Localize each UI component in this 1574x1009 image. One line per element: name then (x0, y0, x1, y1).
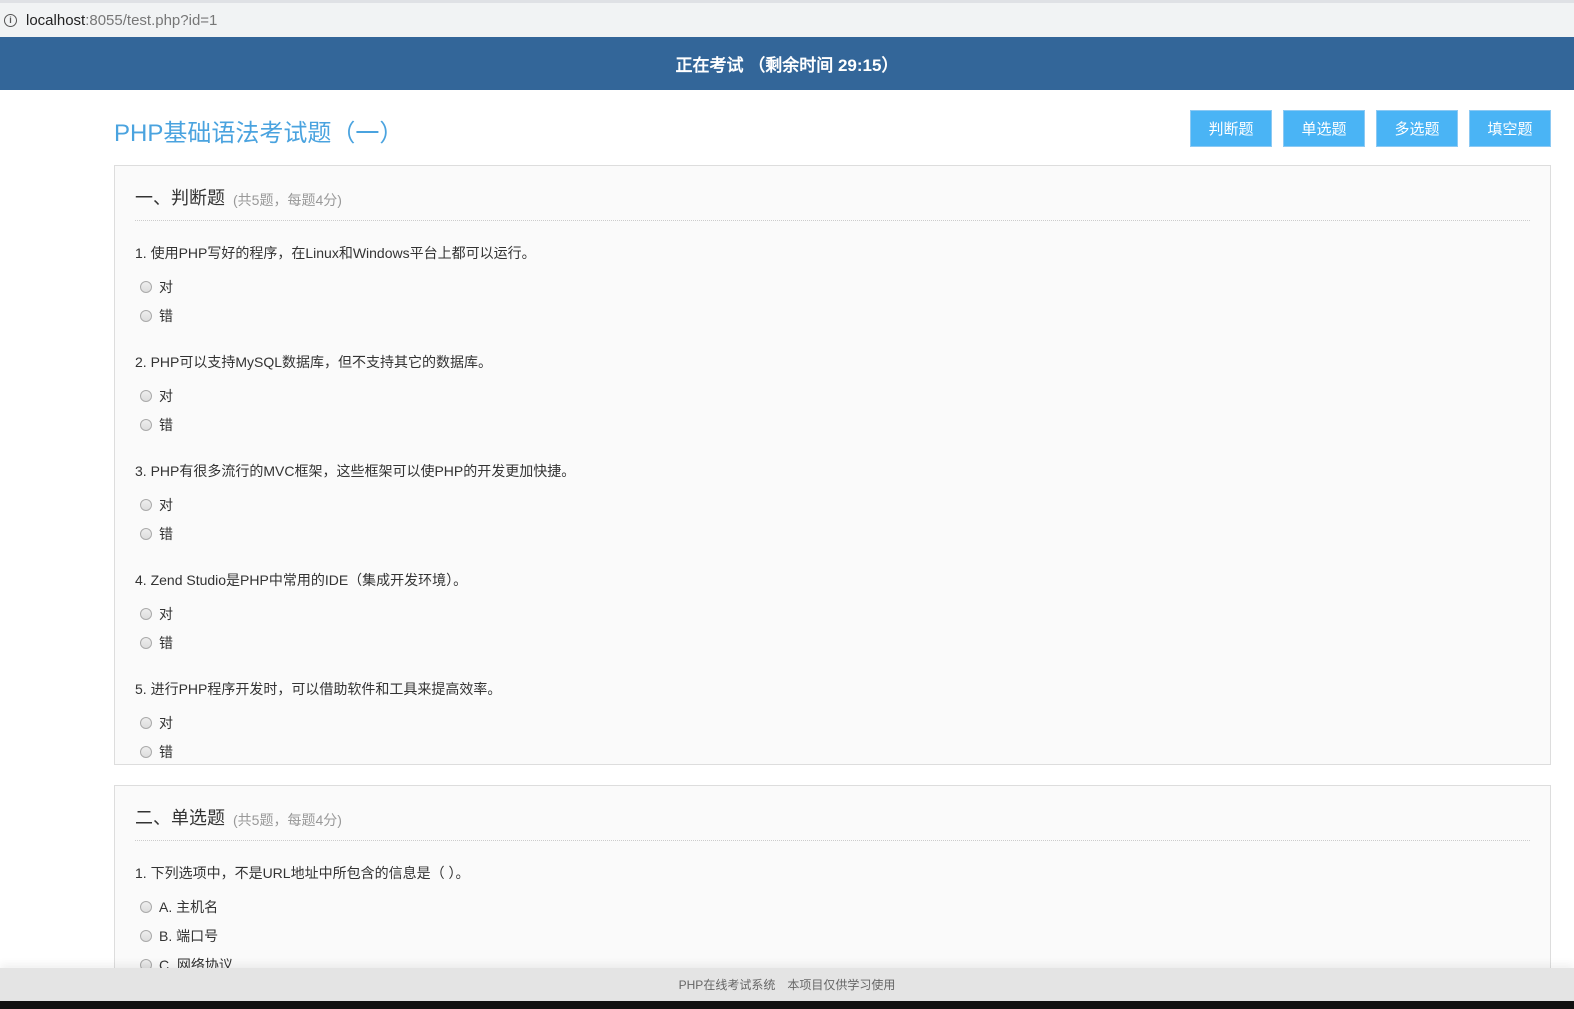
option-label: 对 (159, 605, 173, 622)
answer-option[interactable]: 对 (135, 599, 1530, 628)
section-single-choice: 二、单选题 (共5题，每题4分) 1. 下列选项中，不是URL地址中所包含的信息是（… (114, 785, 1551, 985)
section-judge: 一、判断题 (共5题，每题4分) 1. 使用PHP写好的程序，在Linux和Wind… (114, 165, 1551, 765)
radio-button[interactable] (140, 418, 152, 431)
question-text: 2. PHP可以支持MySQL数据库，但不支持其它的数据库。 (135, 354, 493, 370)
radio-button[interactable] (140, 929, 152, 942)
footer-note: 本项目仅供学习使用 (787, 978, 896, 992)
exam-status-bar: 正在考试 （剩余时间 29:15） (0, 37, 1574, 90)
section-header: 二、单选题 (共5题，每题4分) (135, 786, 1530, 841)
answer-option[interactable]: 对 (135, 272, 1530, 301)
url-path: :8055/test.php?id=1 (85, 11, 218, 29)
question: 1. 下列选项中，不是URL地址中所包含的信息是（ ）。 A. 主机名 B. 端口号… (135, 863, 1530, 979)
section-meta: (共5题，每题4分) (233, 192, 342, 208)
nav-single-choice-button[interactable]: 单选题 (1283, 110, 1365, 147)
address-bar[interactable]: i localhost:8055/test.php?id=1 (0, 0, 1574, 37)
question-text: 4. Zend Studio是PHP中常用的IDE（集成开发环境）。 (135, 572, 468, 588)
info-icon[interactable]: i (4, 13, 17, 27)
question-text: 3. PHP有很多流行的MVC框架，这些框架可以使PHP的开发更加快捷。 (135, 463, 576, 479)
answer-option[interactable]: 错 (135, 410, 1530, 439)
taskbar (0, 1001, 1574, 1009)
question: 2. PHP可以支持MySQL数据库，但不支持其它的数据库。对错 (135, 352, 1530, 439)
answer-option[interactable]: 对 (135, 708, 1530, 737)
radio-button[interactable] (140, 309, 152, 322)
question-text: 1. 使用PHP写好的程序，在Linux和Windows平台上都可以运行。 (135, 245, 536, 261)
question: 1. 使用PHP写好的程序，在Linux和Windows平台上都可以运行。对错 (135, 243, 1530, 330)
section-title: 一、判断题 (135, 188, 225, 208)
radio-button[interactable] (140, 900, 152, 913)
exam-status-text: 正在考试 （剩余时间 29:15） (675, 56, 899, 75)
answer-option[interactable]: 错 (135, 628, 1530, 657)
nav-multi-choice-button[interactable]: 多选题 (1376, 110, 1458, 147)
option-label: 对 (159, 496, 173, 513)
answer-option[interactable]: 对 (135, 381, 1530, 410)
radio-button[interactable] (140, 636, 152, 649)
answer-option[interactable]: 错 (135, 737, 1530, 766)
section-meta: (共5题，每题4分) (233, 812, 342, 828)
radio-button[interactable] (140, 527, 152, 540)
radio-button[interactable] (140, 280, 152, 293)
question: 5. 进行PHP程序开发时，可以借助软件和工具来提高效率。对错 (135, 679, 1530, 766)
option-label: 对 (159, 278, 173, 295)
section-nav: 判断题 单选题 多选题 填空题 (1190, 110, 1551, 147)
option-label: 对 (159, 714, 173, 731)
answer-option[interactable]: B. 端口号 (135, 921, 1530, 950)
radio-button[interactable] (140, 389, 152, 402)
page-title: PHP基础语法考试题（一） (114, 120, 404, 147)
option-label: B. 端口号 (159, 927, 219, 944)
option-label: 错 (159, 307, 173, 324)
section-title: 二、单选题 (135, 808, 225, 828)
option-label: 错 (159, 743, 173, 760)
url-host: localhost (26, 11, 86, 29)
radio-button[interactable] (140, 716, 152, 729)
radio-button[interactable] (140, 745, 152, 758)
answer-option[interactable]: 错 (135, 519, 1530, 548)
answer-option[interactable]: 对 (135, 490, 1530, 519)
option-label: A. 主机名 (159, 898, 219, 915)
option-label: 错 (159, 416, 173, 433)
radio-button[interactable] (140, 498, 152, 511)
option-label: 错 (159, 634, 173, 651)
footer-system-name: PHP在线考试系统 (678, 978, 776, 992)
nav-judge-button[interactable]: 判断题 (1190, 110, 1272, 147)
section-header: 一、判断题 (共5题，每题4分) (135, 166, 1530, 221)
option-label: 对 (159, 387, 173, 404)
question: 4. Zend Studio是PHP中常用的IDE（集成开发环境）。对错 (135, 570, 1530, 657)
footer: PHP在线考试系统 本项目仅供学习使用 (0, 968, 1574, 1001)
nav-fill-blank-button[interactable]: 填空题 (1469, 110, 1551, 147)
option-label: 错 (159, 525, 173, 542)
radio-button[interactable] (140, 607, 152, 620)
answer-option[interactable]: 错 (135, 301, 1530, 330)
answer-option[interactable]: A. 主机名 (135, 892, 1530, 921)
question-text: 5. 进行PHP程序开发时，可以借助软件和工具来提高效率。 (135, 681, 502, 697)
question-text: 1. 下列选项中，不是URL地址中所包含的信息是（ ）。 (135, 865, 470, 881)
question: 3. PHP有很多流行的MVC框架，这些框架可以使PHP的开发更加快捷。对错 (135, 461, 1530, 548)
